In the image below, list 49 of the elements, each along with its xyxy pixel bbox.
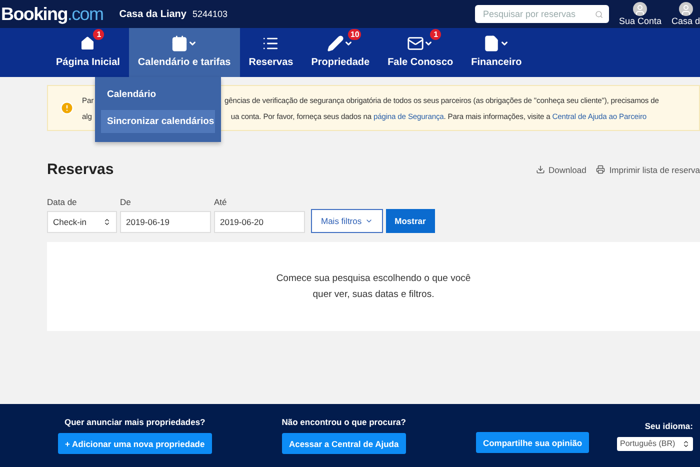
ledger-icon [483,35,500,52]
date-field[interactable]: 2019-06-20 [214,211,305,233]
footer-heading: Não encontrou o que procura? [282,417,406,427]
pencil-icon [327,35,344,52]
nav-tab[interactable]: 1 Página Inicial [47,28,129,77]
printer-icon [596,165,606,174]
warning-icon [60,101,74,115]
search-field[interactable]: Pesquisar por reservas [480,8,595,20]
page-title: Reservas [47,161,114,178]
download-icon [536,165,544,174]
print-link[interactable]: Imprimir lista de reserva [596,164,700,174]
field-label: Data de [47,197,78,207]
date-type-select[interactable]: Check-in [47,211,117,233]
home-icon [79,35,96,52]
avatar-icon[interactable] [678,2,693,16]
footer-heading: Quer anunciar mais propriedades? [64,417,206,427]
search-box[interactable]: Pesquisar por reservas [474,5,609,23]
search-icon [594,10,603,18]
date-field[interactable]: 2019-06-19 [120,211,211,233]
menu-item[interactable]: Calendário [101,83,215,106]
stepper-arrows-icon [103,218,111,226]
language-select[interactable]: Português (BR) [617,436,693,450]
nav-tab[interactable]: Financeiro [462,28,531,77]
nav-tab[interactable]: Reservas [240,28,302,77]
empty-message: Comece sua pesquisa escolhendo o que você quer ver, suas datas e filtros. [275,272,472,302]
show-button[interactable]: Mostrar [386,209,435,233]
field-label: De [120,197,132,207]
more-filters-button[interactable]: Mais filtros [311,209,383,233]
nav-tab[interactable]: 10 Propriedade [302,28,379,77]
envelope-icon [407,35,424,52]
booking-logo[interactable]: Booking.com [1,4,104,24]
notification-badge: 1 [93,29,104,40]
stepper-arrows-icon [682,440,690,448]
property-id: 5244103 [192,9,228,19]
menu-item[interactable]: Sincronizar calendários [101,110,215,133]
download-link[interactable]: Download [536,164,586,174]
notification-badge: 10 [348,29,362,40]
calendar-icon [171,35,188,52]
language-label: Seu idioma: [644,420,693,430]
nav-tab[interactable]: 1 Fale Conosco [378,28,462,77]
avatar-icon[interactable] [633,2,648,16]
chevron-icon [364,217,373,225]
account-label[interactable]: Casa d [671,16,700,26]
field-label: Até [214,197,228,207]
list-icon [262,35,280,52]
property-name: Casa da Liany [119,8,186,20]
nav-tab[interactable]: Calendário e tarifas [128,28,240,77]
account-label[interactable]: Sua Conta [618,16,662,26]
notification-badge: 1 [430,29,442,40]
